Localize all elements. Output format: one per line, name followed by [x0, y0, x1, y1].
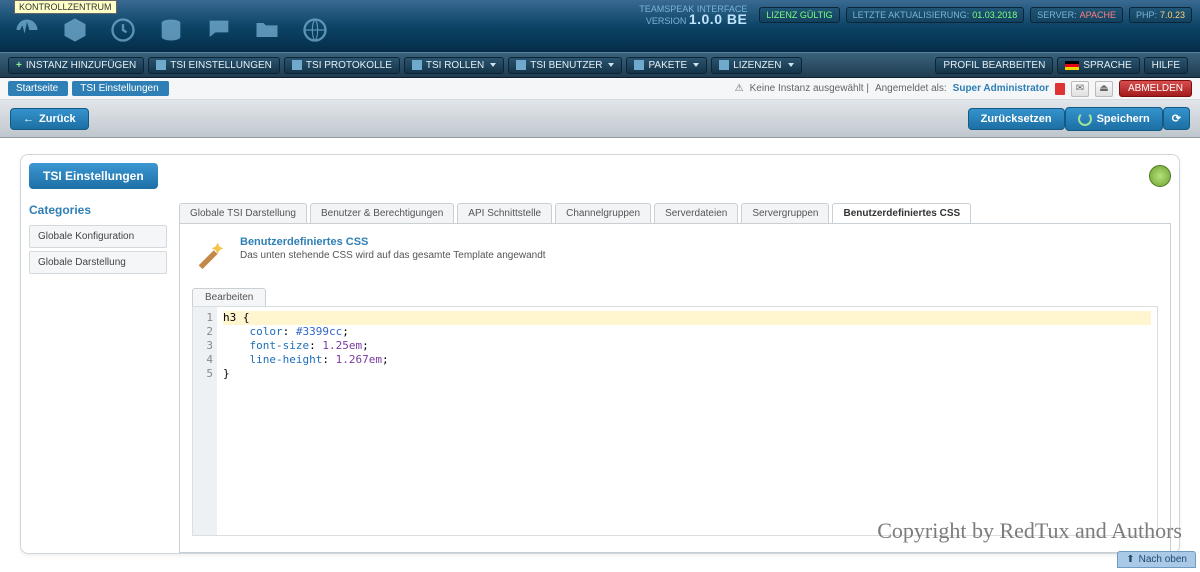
current-user: Super Administrator — [953, 83, 1049, 94]
editor-gutter: 12345 — [193, 307, 217, 535]
top-header: KONTROLLZENTRUM TEAMSPEAK INTERFACE VERS… — [0, 0, 1200, 52]
tab-custom-css[interactable]: Benutzerdefiniertes CSS — [832, 203, 971, 223]
panel-title: TSI Einstellungen — [29, 163, 158, 189]
menu-tsi-roles[interactable]: TSI ROLLEN — [404, 57, 504, 74]
crumb-right: ⚠ Keine Instanz ausgewählt | Angemeldet … — [735, 80, 1192, 97]
tab-users-perms[interactable]: Benutzer & Berechtigungen — [310, 203, 454, 223]
shield-icon — [1055, 83, 1065, 95]
back-button[interactable]: ←Zurück — [10, 108, 89, 130]
exit-icon[interactable]: ⏏ — [1095, 81, 1113, 97]
chat-icon[interactable] — [202, 14, 236, 46]
tab-serverfiles[interactable]: Serverdateien — [654, 203, 738, 223]
category-global-config[interactable]: Globale Konfiguration — [29, 225, 167, 248]
breadcrumb-bar: Startseite TSI Einstellungen ⚠ Keine Ins… — [0, 78, 1200, 100]
globe-icon[interactable] — [298, 14, 332, 46]
main-column: Globale TSI Darstellung Benutzer & Berec… — [179, 203, 1171, 553]
license-pill: LIZENZ GÜLTIG — [759, 7, 839, 23]
server-pill: SERVER: APACHE — [1030, 7, 1123, 23]
to-top-button[interactable]: ⬆Nach oben — [1117, 551, 1196, 568]
tab-pane: Benutzerdefiniertes CSS Das unten stehen… — [179, 223, 1171, 553]
categories-title: Categories — [29, 203, 167, 217]
save-button[interactable]: Speichern — [1065, 107, 1163, 131]
tab-api[interactable]: API Schnittstelle — [457, 203, 552, 223]
settings-panel: TSI Einstellungen Categories Globale Kon… — [20, 154, 1180, 554]
mail-icon[interactable]: ✉ — [1071, 81, 1089, 97]
menu-licenses[interactable]: LIZENZEN — [711, 57, 801, 74]
menu-language[interactable]: SPRACHE — [1057, 57, 1139, 74]
menu-help[interactable]: HILFE — [1144, 57, 1188, 74]
dashboard-icon[interactable] — [10, 14, 44, 46]
menu-add-instance[interactable]: +INSTANZ HINZUFÜGEN — [8, 57, 144, 74]
wand-icon — [192, 236, 228, 272]
action-bar: ←Zurück Zurücksetzen Speichern ⟳ — [0, 100, 1200, 138]
menu-packages[interactable]: PAKETE — [626, 57, 707, 74]
css-editor[interactable]: 12345 h3 { color: #3399cc; font-size: 1.… — [192, 306, 1158, 536]
logout-button[interactable]: ABMELDEN — [1119, 80, 1192, 97]
menu-bar: +INSTANZ HINZUFÜGEN TSI EINSTELLUNGEN TS… — [0, 52, 1200, 78]
tab-channelgroups[interactable]: Channelgruppen — [555, 203, 651, 223]
header-right: TEAMSPEAK INTERFACE VERSION 1.0.0 BE LIZ… — [639, 4, 1192, 26]
logged-in-label: Angemeldet als: — [875, 83, 947, 94]
menu-profile-edit[interactable]: PROFIL BEARBEITEN — [935, 57, 1053, 74]
tab-servergroups[interactable]: Servergruppen — [741, 203, 829, 223]
php-pill: PHP: 7.0.23 — [1129, 7, 1192, 23]
section-title: Benutzerdefiniertes CSS — [240, 236, 546, 248]
breadcrumb-current[interactable]: TSI Einstellungen — [72, 81, 168, 96]
update-pill: LETZTE AKTUALISIERUNG: 01.03.2018 — [846, 7, 1025, 23]
tooltip-kontrollzentrum: KONTROLLZENTRUM — [14, 0, 117, 14]
category-global-display[interactable]: Globale Darstellung — [29, 251, 167, 274]
copyright-watermark: Copyright by RedTux and Authors — [877, 518, 1182, 544]
warning-icon: ⚠ — [735, 83, 744, 94]
section-desc: Das unten stehende CSS wird auf das gesa… — [240, 250, 546, 261]
instance-warning: Keine Instanz ausgewählt | — [750, 83, 869, 94]
save-icon — [1078, 112, 1092, 126]
flag-de-icon — [1065, 61, 1079, 70]
gear-icon[interactable] — [1149, 165, 1171, 187]
folder-icon[interactable] — [250, 14, 284, 46]
reset-button[interactable]: Zurücksetzen — [968, 108, 1065, 130]
product-name: TEAMSPEAK INTERFACE VERSION 1.0.0 BE — [639, 4, 747, 26]
tab-strip: Globale TSI Darstellung Benutzer & Berec… — [179, 203, 1171, 223]
menu-tsi-logs[interactable]: TSI PROTOKOLLE — [284, 57, 400, 74]
database-icon[interactable] — [154, 14, 188, 46]
edit-subtab[interactable]: Bearbeiten — [192, 288, 266, 306]
menu-tsi-settings[interactable]: TSI EINSTELLUNGEN — [148, 57, 280, 74]
cube-icon[interactable] — [58, 14, 92, 46]
menu-tsi-users[interactable]: TSI BENUTZER — [508, 57, 622, 74]
editor-code[interactable]: h3 { color: #3399cc; font-size: 1.25em; … — [217, 307, 1157, 535]
breadcrumb-home[interactable]: Startseite — [8, 81, 68, 96]
categories-sidebar: Categories Globale Konfiguration Globale… — [29, 203, 167, 553]
clock-icon[interactable] — [106, 14, 140, 46]
extra-action-button[interactable]: ⟳ — [1163, 107, 1190, 130]
tab-global-display[interactable]: Globale TSI Darstellung — [179, 203, 307, 223]
header-icon-row — [10, 14, 332, 46]
